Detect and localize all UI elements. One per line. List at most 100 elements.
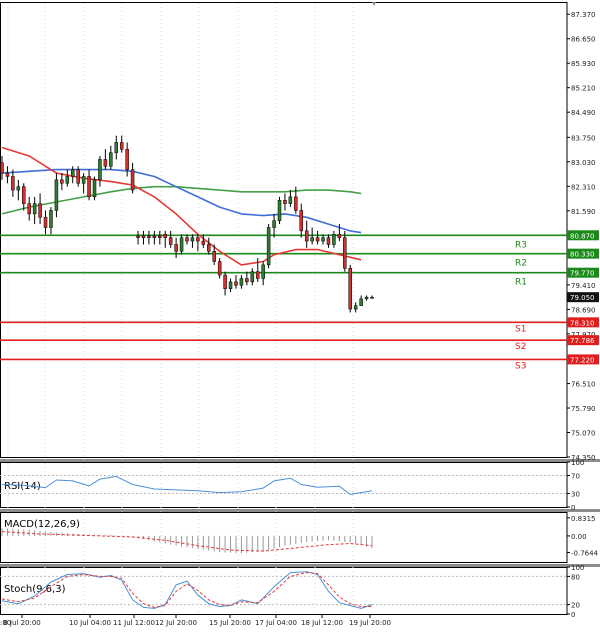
main-pane-frame [0,2,568,458]
candle-body [315,237,320,242]
x-tick-label: 17 Jul 04:00 [255,619,297,627]
y-tick-label: 76.510 [571,381,596,389]
y-tick-label: 84.490 [571,109,596,117]
y-tick-label: 75.070 [571,430,596,438]
candle-body [60,179,64,184]
candle-body [114,142,119,153]
candle-body [54,179,59,211]
stoch-tick-label: 20 [571,602,580,610]
chart-stage: 87.370 86.650 85.930 85.210 84.490 83.750 83.0… [0,0,600,630]
level-label-s1: S1 [515,324,526,334]
candle-body [359,298,363,306]
candle-body [245,278,249,283]
level-label-r3: R3 [515,240,527,250]
candle-body [136,235,140,238]
x-tick-label: :00 [0,619,11,627]
candle-body [168,237,173,245]
rsi-line [1,475,373,495]
candle-body [337,234,342,238]
level-price-tag-text: 77.786 [570,337,595,345]
pane-splitter [0,509,600,512]
candle-body [103,159,108,167]
candle-body [348,268,352,310]
candle-body [22,186,26,204]
candle-body [125,148,129,170]
candle-body [364,296,369,300]
last-price-tag-text: 79.050 [570,294,595,302]
candle-body [370,296,374,299]
candle-body [310,237,314,242]
candle-body [92,179,97,198]
candle-body [207,244,211,252]
y-tick-label: 82.310 [571,183,596,191]
pane-splitter [0,564,600,567]
candle-body [250,271,255,283]
candle-body [228,281,233,289]
x-tick-label: 10 Jul 04:00 [69,619,111,627]
candle-body [326,237,331,245]
rsi-tick-label: 0 [571,504,575,512]
stoch-tick-label: 100 [571,564,584,572]
level-price-tag-text: 79.770 [570,270,595,278]
level-label-s2: S2 [515,342,526,352]
candle-body [190,237,195,242]
candle-body [119,142,124,150]
candle-body [16,186,21,191]
macd-tick-label: 0.8315 [571,515,596,523]
y-tick-label: 75.790 [571,405,596,413]
candle-body [212,251,216,262]
candle-body [353,305,358,310]
candle-body [223,274,227,289]
candle-body [0,162,4,174]
candle-body [239,278,244,286]
x-tick-label: 19 Jul 20:00 [349,619,391,627]
candle-body [152,235,157,238]
candle-body [5,172,10,177]
level-label-s3: S3 [515,361,526,371]
candle-body [49,210,53,228]
candle-body [163,234,167,238]
y-tick-label: 86.650 [571,36,596,44]
x-tick-label: 11 Jul 12:00 [113,619,155,627]
candle-body [272,220,276,228]
candle-body [32,203,37,215]
y-tick-label: 81.590 [571,208,596,216]
macd-tick-label: 0.00 [571,533,587,541]
level-price-tag-text: 80.330 [570,251,595,259]
shift-marker-icon [372,2,376,6]
candle-body [70,169,75,177]
candle-body [304,230,309,242]
candle-body [294,196,298,211]
candle-body [38,203,42,218]
candle-body [261,264,265,279]
candle-body [201,240,206,245]
candle-body [147,235,151,238]
candle-body [81,176,86,184]
macd-tick-label: -0.7644 [571,550,599,558]
candle-body [65,176,70,184]
candle-body [109,152,113,167]
x-tick-label: 12 Jul 20:00 [155,619,197,627]
y-tick-label: 79.410 [571,282,596,290]
y-tick-label: 85.930 [571,60,596,68]
y-tick-label: 85.210 [571,85,596,93]
candle-body [321,237,325,242]
level-label-r2: R2 [515,259,527,269]
rsi-tick-label: 70 [571,473,580,481]
level-price-tag-text: 77.220 [570,356,595,364]
y-tick-label: 83.030 [571,159,596,167]
candle-body [332,234,336,245]
candle-body [266,227,271,266]
candle-body [255,271,260,279]
candle-body [43,217,48,228]
macd-title: MACD(12,26,9) [4,519,80,530]
y-tick-label: 78.690 [571,306,596,314]
candle-body [87,176,91,198]
candle-body [288,196,293,204]
level-price-tag-text: 80.870 [570,232,595,240]
candle-body [277,200,282,221]
rsi-tick-label: 30 [571,491,580,499]
candle-body [11,176,15,191]
candle-body [185,237,189,242]
candle-body [76,169,80,184]
